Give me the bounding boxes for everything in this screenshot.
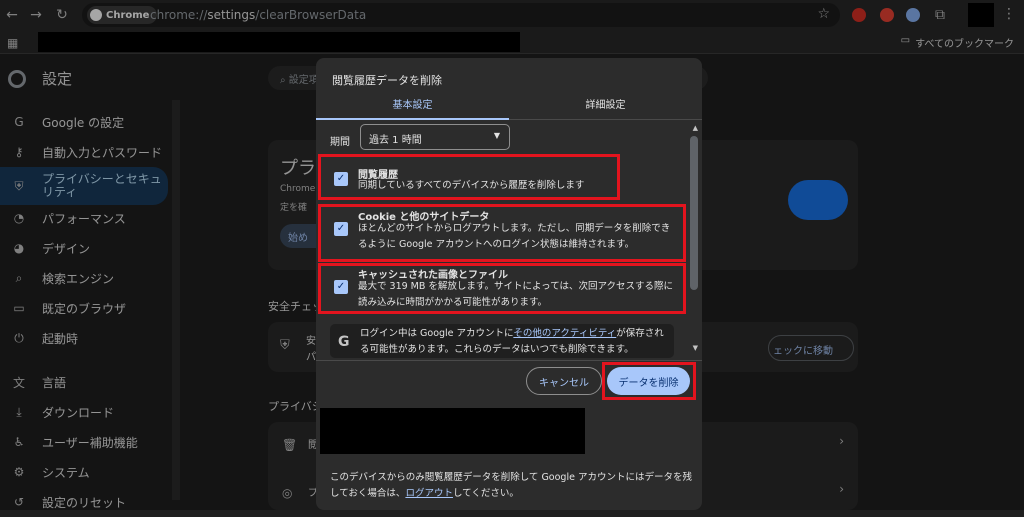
dropdown-arrow-icon: ▼ <box>493 131 500 140</box>
info-text: ログイン中は Google アカウントにその他のアクティビティが保存される可能性… <box>360 326 670 358</box>
dialog-divider <box>316 360 702 361</box>
tab-basic[interactable]: 基本設定 <box>316 94 509 120</box>
period-label: 期間 <box>330 137 350 148</box>
scroll-down-icon[interactable]: ▼ <box>693 344 698 352</box>
dialog-title: 閲覧履歴データを削除 <box>332 74 442 87</box>
scroll-up-icon[interactable]: ▲ <box>693 124 698 132</box>
period-value: 過去 1 時間 <box>369 135 422 146</box>
dialog-tabs: 基本設定 詳細設定 <box>316 94 702 120</box>
info-text-pre: ログイン中は Google アカウントに <box>360 328 514 339</box>
highlight-box-delete <box>602 362 696 400</box>
redacted-area <box>320 408 585 454</box>
highlight-box-cookies <box>318 204 686 262</box>
highlight-box-history <box>318 154 620 200</box>
google-g-icon: G <box>338 334 350 350</box>
tab-advanced[interactable]: 詳細設定 <box>509 94 702 120</box>
dialog-scrollbar[interactable] <box>690 136 698 290</box>
cancel-button[interactable]: キャンセル <box>526 367 602 395</box>
footer-post: してください。 <box>452 488 519 499</box>
logout-link[interactable]: ログアウト <box>405 488 453 499</box>
footer-text: このデバイスからのみ閲覧履歴データを削除して Google アカウントにはデータ… <box>330 470 692 502</box>
google-account-info: G ログイン中は Google アカウントにその他のアクティビティが保存される可… <box>330 324 674 358</box>
period-select[interactable]: 過去 1 時間 ▼ <box>360 124 510 150</box>
highlight-box-cache <box>318 263 686 314</box>
other-activity-link[interactable]: その他のアクティビティ <box>513 328 616 339</box>
